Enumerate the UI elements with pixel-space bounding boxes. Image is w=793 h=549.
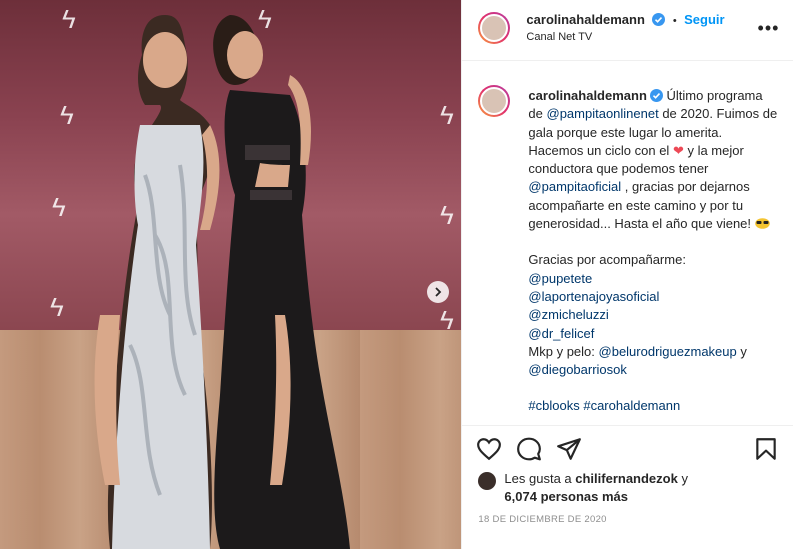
location-link[interactable]: Canal Net TV [526,31,592,43]
share-icon[interactable] [556,436,582,462]
more-options-button[interactable]: ••• [758,18,780,39]
post-date[interactable]: 18 DE DICIEMBRE DE 2020 [478,514,606,525]
likes-text: Les gusta a [504,471,576,486]
hashtag-link[interactable]: #cblooks #carohaldemann [528,398,680,413]
post-header: carolinahaldemann • Seguir Canal Net TV … [462,0,793,61]
woman-black-dress [213,15,350,549]
post-photo[interactable]: ϟ ϟ ϟ ϟ ϟ ϟ ϟ ϟ [0,0,462,549]
chevron-right-icon [435,287,442,297]
caption-text: carolinahaldemann Último programa de @pa… [528,87,778,416]
like-heart-icon[interactable] [476,436,502,462]
liker-username-link[interactable]: chilifernandezok [575,471,678,486]
username-link[interactable]: carolinahaldemann [528,88,646,103]
comment-icon[interactable] [516,436,542,462]
likes-count-link[interactable]: 6,074 personas más [504,489,628,504]
mention-link[interactable]: @pampitaoficial [528,179,621,194]
caption-segment: y [736,343,747,359]
lightning-icon: ϟ [440,100,454,130]
verified-badge-icon [649,89,663,102]
mention-link[interactable]: @diegobarriosok [528,362,626,377]
username-link[interactable]: carolinahaldemann [526,12,644,27]
thanks-line: Gracias por acompañarme: [528,252,686,268]
mention-link[interactable]: @zmicheluzzi [528,307,608,322]
mention-link[interactable]: @pupetete [528,271,592,286]
mention-link[interactable]: @pampitaonlinenet [547,106,659,121]
next-photo-button[interactable] [427,281,449,303]
post-sidebar: carolinahaldemann • Seguir Canal Net TV … [461,0,793,549]
action-bar [462,425,793,472]
header-separator: • [672,15,677,27]
likes-summary: Les gusta a chilifernandezok y 6,074 per… [478,470,778,506]
lightning-icon: ϟ [440,200,454,230]
instagram-post: ϟ ϟ ϟ ϟ ϟ ϟ ϟ ϟ carolinahaldemann • Segu… [0,0,793,549]
avatar[interactable] [478,12,511,44]
mention-link[interactable]: @belurodriguezmakeup [599,344,737,359]
heart-emoji: ❤ [672,142,684,158]
caption-scroll-area[interactable]: carolinahaldemann Último programa de @pa… [462,61,793,424]
avatar[interactable] [478,85,511,117]
mention-link[interactable]: @laportenajoyasoficial [528,289,659,304]
follow-button[interactable]: Seguir [684,12,724,27]
verified-badge-icon [652,13,666,26]
mention-link[interactable]: @dr_felicef [528,326,594,341]
save-bookmark-icon[interactable] [753,436,779,462]
caption-segment: Mkp y pelo: [528,343,599,359]
sunglasses-emoji-icon [754,218,770,229]
likes-text: y [677,471,688,486]
